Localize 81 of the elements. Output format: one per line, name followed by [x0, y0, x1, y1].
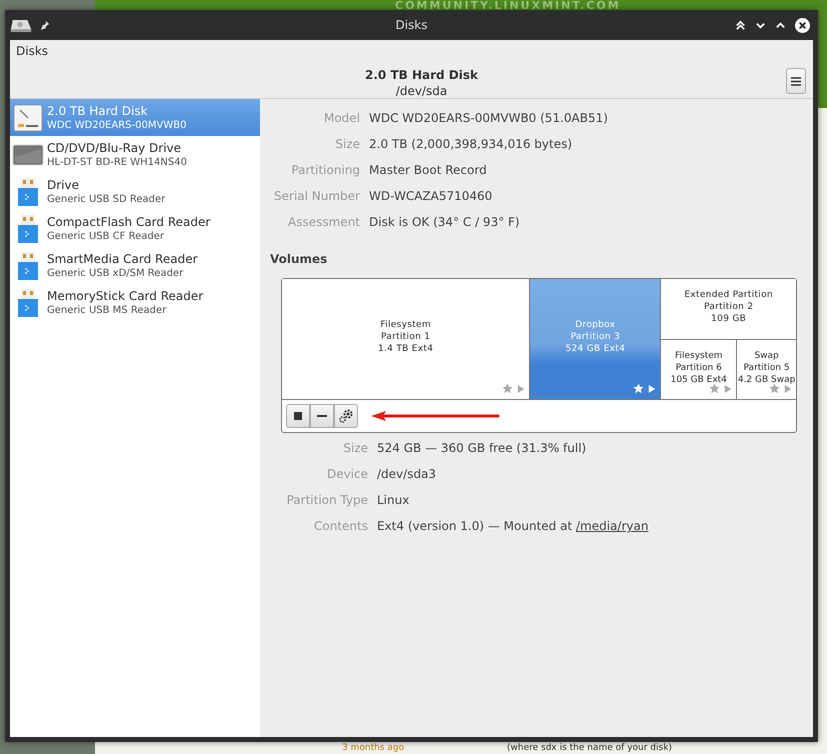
partition-label: Filesystem — [674, 350, 723, 362]
partition-label: Filesystem — [380, 319, 431, 331]
device-item[interactable]: CD/DVD/Blu-Ray Drive HL-DT-ST BD-RE WH14NS40 — [10, 136, 260, 173]
field-label: Contents — [313, 518, 368, 535]
menu-icon — [791, 76, 801, 86]
partition-block[interactable]: Filesystem Partition 1 1.4 TB Ext4 — [282, 279, 530, 399]
partition-label: Extended Partition — [684, 289, 773, 301]
field-value: Master Boot Record — [369, 162, 488, 179]
field-label: Device — [326, 466, 368, 483]
device-model: Generic USB SD Reader — [47, 193, 166, 206]
device-name: CompactFlash Card Reader — [47, 214, 210, 230]
partition-label: Partition 6 — [676, 362, 722, 374]
star-icon — [709, 383, 720, 394]
device-model: Generic USB MS Reader — [47, 304, 168, 317]
settings-button[interactable] — [334, 404, 358, 428]
post-text: (where sdx is the name of your disk) — [507, 743, 672, 754]
device-model: Generic USB xD/SM Reader — [47, 267, 184, 280]
stop-button[interactable] — [286, 404, 310, 428]
field-label: Assessment — [287, 214, 360, 231]
field-label: Size — [342, 440, 368, 457]
partition-label: 4.2 GB Swap — [738, 374, 796, 386]
device-name: Drive — [47, 177, 80, 193]
device-name: SmartMedia Card Reader — [47, 251, 198, 267]
field-value: Linux — [377, 492, 410, 509]
double-chevron-up-icon[interactable] — [735, 20, 746, 30]
minus-icon — [317, 415, 327, 417]
device-name: CD/DVD/Blu-Ray Drive — [47, 140, 182, 156]
maximize-icon[interactable] — [775, 20, 786, 30]
delete-button[interactable] — [310, 404, 334, 428]
field-label: Size — [334, 136, 360, 153]
play-icon — [784, 384, 792, 394]
play-icon — [517, 384, 526, 394]
device-model: Generic USB CF Reader — [47, 230, 165, 243]
mount-link[interactable]: /media/ryan — [576, 519, 648, 533]
device-item[interactable]: MemoryStick Card Reader Generic USB MS Reader — [10, 284, 260, 321]
play-icon — [724, 384, 732, 394]
settings-icon — [338, 408, 354, 424]
device-item[interactable]: SmartMedia Card Reader Generic USB xD/SM Reader — [10, 247, 260, 284]
partition-label: Partition 3 — [570, 331, 620, 343]
field-value: /dev/sda3 — [377, 466, 438, 483]
field-label: Partition Type — [286, 492, 368, 509]
partition-label: 105 GB Ext4 — [670, 374, 727, 386]
device-item[interactable]: CompactFlash Card Reader Generic USB CF Reader — [10, 210, 260, 247]
partition-label: 109 GB — [711, 313, 746, 325]
site-title: COMMUNITY.LINUXMINT.COM — [395, 0, 621, 11]
play-icon — [648, 384, 656, 394]
field-label: Partitioning — [290, 162, 360, 179]
disk-title: 2.0 TB Hard Disk — [365, 67, 478, 83]
field-label: Serial Number — [273, 188, 360, 205]
field-value: 524 GB — 360 GB free (31.3% full) — [377, 440, 588, 457]
field-value: Disk is OK (34° C / 93° F) — [369, 214, 521, 231]
device-name: MemoryStick Card Reader — [47, 288, 204, 304]
pin-icon[interactable] — [40, 20, 50, 30]
square-icon — [294, 412, 302, 420]
app-label: Disks — [16, 44, 48, 58]
star-icon — [633, 383, 644, 394]
device-model: HL-DT-ST BD-RE WH14NS40 — [47, 156, 187, 169]
star-icon — [769, 383, 780, 394]
close-icon[interactable] — [795, 18, 810, 32]
partition-label: 524 GB Ext4 — [566, 343, 626, 355]
window-title: Disks — [395, 18, 428, 32]
device-item[interactable]: Drive Generic USB SD Reader — [10, 173, 260, 210]
partition-label: 1.4 TB Ext4 — [378, 343, 434, 355]
field-value: WD-WCAZA5710460 — [369, 188, 494, 205]
partition-label: Partition 2 — [704, 301, 754, 313]
menu-button[interactable] — [786, 68, 806, 94]
partition-label: Partition 1 — [380, 331, 430, 343]
star-icon — [502, 383, 514, 394]
device-model: WDC WD20EARS-00MVWB0 — [47, 119, 186, 132]
device-name: 2.0 TB Hard Disk — [47, 103, 149, 119]
partition-label: Swap — [754, 350, 779, 362]
field-value: WDC WD20EARS-00MVWB0 (51.0AB51) — [369, 110, 608, 127]
field-value: Ext4 (version 1.0) — Mounted at /media/ryan — [377, 518, 648, 535]
partition-block[interactable]: Extended Partition Partition 2 109 GB — [661, 279, 796, 340]
section-heading: Volumes — [270, 252, 328, 266]
disk-device: /dev/sda — [396, 83, 448, 99]
field-label: Model — [322, 110, 360, 127]
drive-icon[interactable] — [10, 18, 32, 32]
field-value: 2.0 TB (2,000,398,934,016 bytes) — [369, 136, 574, 153]
partition-label: Partition 5 — [744, 362, 790, 374]
partition-label: Dropbox — [575, 319, 616, 331]
